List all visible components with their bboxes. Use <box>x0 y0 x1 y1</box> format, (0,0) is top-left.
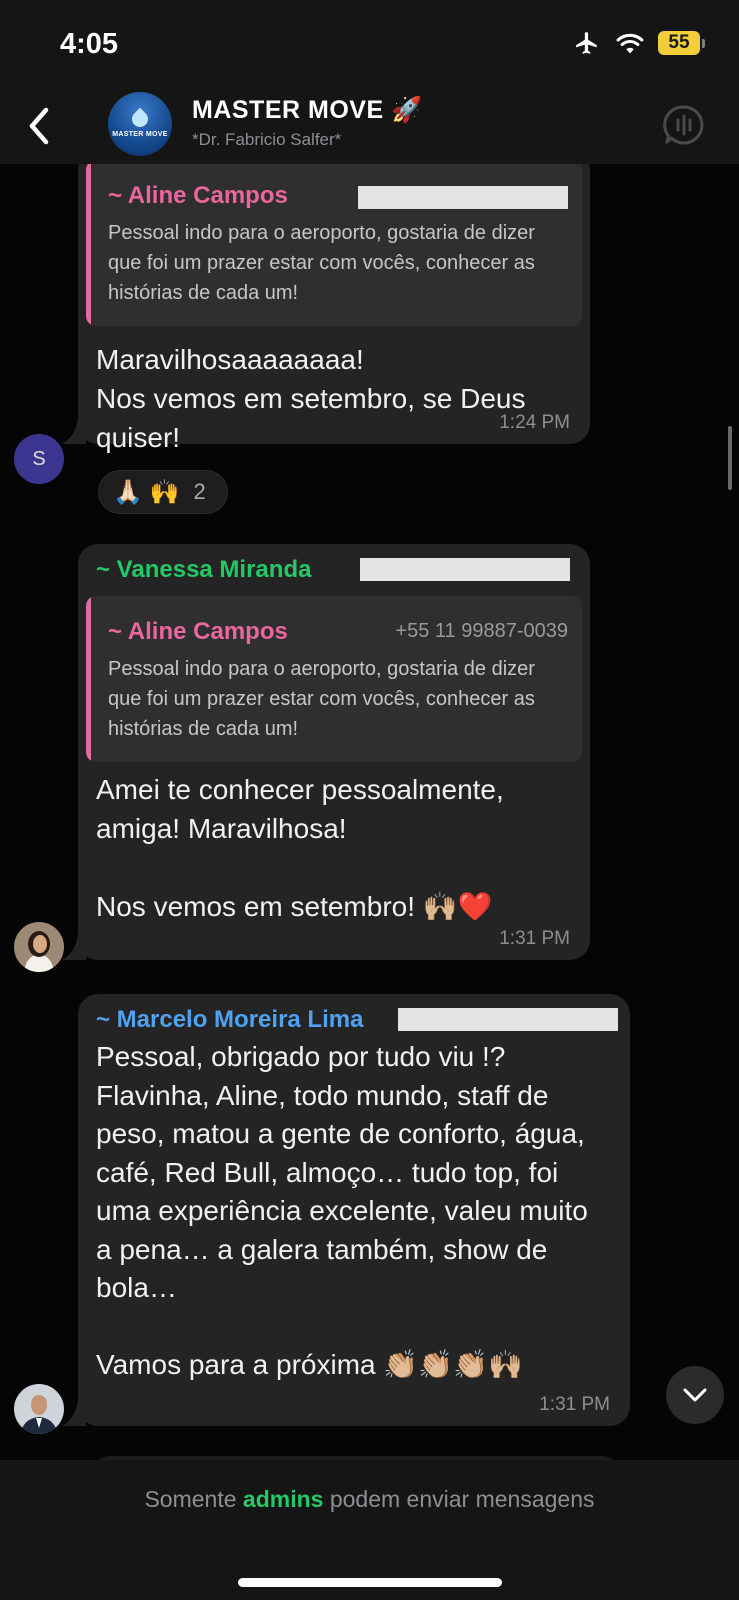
reaction-chip[interactable]: 🙏🏻 🙌 2 <box>98 470 228 514</box>
message-text: Pessoal, obrigado por tudo viu !? Flavin… <box>96 1041 588 1380</box>
notice-suffix: podem enviar mensagens <box>323 1486 595 1512</box>
quoted-sender: ~ Aline Campos <box>108 182 288 209</box>
chevron-left-icon <box>29 107 49 145</box>
back-button[interactable] <box>14 98 64 154</box>
battery-indicator: 55 <box>658 31 705 55</box>
message-text: Maravilhosaaaaaaaa! Nos vemos em setembr… <box>96 344 526 453</box>
message-bubble[interactable]: ~ Marcelo Moreira Lima Pessoal, obrigado… <box>78 994 630 1426</box>
notice-admins: admins <box>242 1486 324 1512</box>
chat-header: MASTER MOVE MASTER MOVE 🚀 *Dr. Fabricio … <box>0 90 739 164</box>
bubble-tail <box>62 418 86 444</box>
message-time: 1:31 PM <box>539 1394 610 1415</box>
battery-level: 55 <box>658 31 700 55</box>
message-bubble[interactable]: ~ Vanessa Miranda ~ Aline Campos +55 11 … <box>78 544 590 960</box>
airplane-icon <box>576 32 597 54</box>
home-indicator[interactable] <box>238 1578 502 1587</box>
avatar[interactable]: S <box>14 434 64 484</box>
reaction-count: 2 <box>193 479 206 504</box>
redacted-phone <box>360 558 570 581</box>
avatar-text: MASTER MOVE <box>112 130 168 138</box>
reaction-emojis: 🙏🏻 🙌 <box>113 478 180 506</box>
message-text: Amei te conhecer pessoalmente, amiga! Ma… <box>96 774 504 922</box>
redacted-phone <box>398 1008 618 1031</box>
quote-bar <box>86 596 91 762</box>
group-title[interactable]: MASTER MOVE 🚀 <box>192 96 423 125</box>
quoted-message[interactable]: ~ Aline Campos +55 11 99887-0039 Pessoal… <box>86 596 582 762</box>
footer-bar: Somente admins podem enviar mensagens <box>0 1460 739 1600</box>
scroll-indicator[interactable] <box>728 426 732 490</box>
quoted-text: Pessoal indo para o aeroporto, gostaria … <box>108 222 535 304</box>
chat-area[interactable]: ~ Aline Campos Pessoal indo para o aerop… <box>0 164 739 1460</box>
scroll-down-button[interactable] <box>666 1366 724 1424</box>
voice-chat-button[interactable] <box>663 104 705 146</box>
redacted-phone <box>358 186 568 209</box>
quote-bar <box>86 164 91 326</box>
avatar-photo-icon <box>14 1384 64 1434</box>
sender-name[interactable]: ~ Marcelo Moreira Lima <box>96 1006 363 1034</box>
sender-name[interactable]: ~ Vanessa Miranda <box>96 556 311 584</box>
message-time: 1:24 PM <box>499 412 570 433</box>
quoted-text: Pessoal indo para o aeroporto, gostaria … <box>108 658 535 740</box>
audio-wave-icon <box>663 105 704 145</box>
avatar[interactable] <box>14 1384 64 1434</box>
bubble-tail <box>62 1400 86 1426</box>
notice-prefix: Somente <box>144 1486 243 1512</box>
chevron-down-icon <box>683 1388 707 1402</box>
avatar-photo-icon <box>14 922 64 972</box>
bubble-tail <box>62 934 86 960</box>
group-subtitle[interactable]: *Dr. Fabricio Salfer* <box>192 130 341 150</box>
admin-only-notice: Somente admins podem enviar mensagens <box>0 1486 739 1513</box>
avatar[interactable] <box>14 922 64 972</box>
quoted-sender: ~ Aline Campos <box>108 618 288 645</box>
group-avatar[interactable]: MASTER MOVE <box>108 92 172 156</box>
status-icons: 55 <box>572 30 705 56</box>
quoted-phone: +55 11 99887-0039 <box>395 620 568 642</box>
message-bubble[interactable]: ~ Aline Campos Pessoal indo para o aerop… <box>78 164 590 453</box>
battery-cap <box>702 38 705 48</box>
wifi-icon <box>616 33 644 54</box>
quoted-message[interactable]: ~ Aline Campos Pessoal indo para o aerop… <box>86 164 582 326</box>
status-time: 4:05 <box>60 28 119 60</box>
drop-logo-icon <box>128 107 152 130</box>
message-time: 1:31 PM <box>499 928 570 949</box>
status-bar: 4:05 55 <box>0 0 739 90</box>
